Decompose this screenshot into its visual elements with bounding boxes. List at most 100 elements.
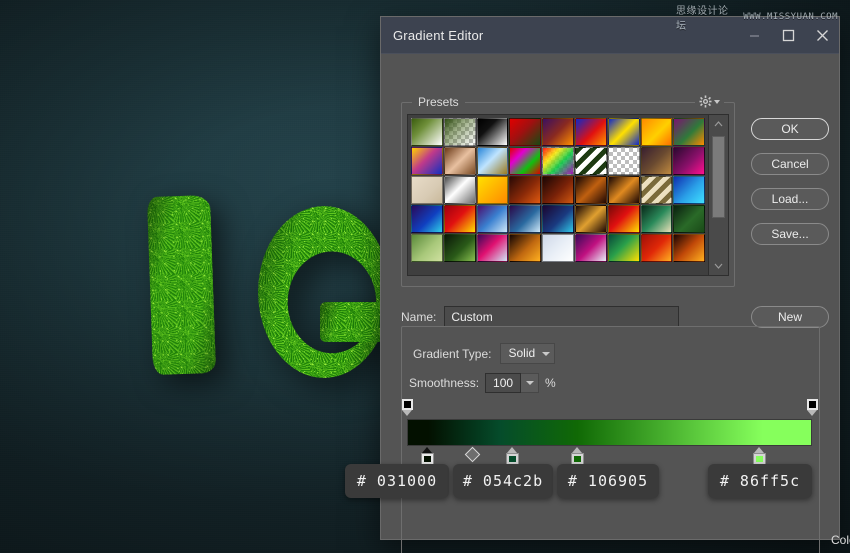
color-stop-chip (509, 456, 516, 462)
preset-swatch[interactable] (444, 205, 476, 233)
preset-swatch[interactable] (608, 234, 640, 262)
dialog-titlebar[interactable]: Gradient Editor (381, 17, 839, 54)
preset-swatch[interactable] (509, 234, 541, 262)
gradient-editor-dialog: Gradient Editor Presets (380, 16, 840, 540)
cancel-button[interactable]: Cancel (751, 153, 829, 175)
opacity-stop[interactable] (807, 399, 818, 417)
preset-swatch[interactable] (509, 205, 541, 233)
preset-swatch[interactable] (608, 205, 640, 233)
gear-icon (699, 95, 712, 108)
preset-swatch[interactable] (575, 118, 607, 146)
color-stop-chip (424, 456, 431, 462)
color-stop-hex-callout: # 054c2b (453, 464, 553, 498)
preset-swatch[interactable] (575, 205, 607, 233)
preset-swatch[interactable] (509, 176, 541, 204)
opacity-stop-square (402, 399, 413, 410)
preset-swatch[interactable] (608, 176, 640, 204)
load-button[interactable]: Load... (751, 188, 829, 210)
name-row: Name: Custom (401, 306, 679, 327)
gradient-type-row: Gradient Type: Solid (413, 343, 555, 364)
preset-swatch[interactable] (575, 234, 607, 262)
smoothness-label: Smoothness: (409, 376, 479, 390)
dialog-title: Gradient Editor (381, 28, 737, 43)
preset-swatch[interactable] (477, 118, 509, 146)
preset-swatch[interactable] (411, 176, 443, 204)
name-label: Name: (401, 310, 436, 324)
chevron-down-icon (542, 352, 550, 356)
preset-swatch[interactable] (477, 205, 509, 233)
gradient-type-label: Gradient Type: (413, 347, 492, 361)
preset-swatch[interactable] (444, 176, 476, 204)
color-stop-hex-callout: # 106905 (557, 464, 659, 498)
color-stop-hex-callout: # 86ff5c (708, 464, 812, 498)
color-stop[interactable] (420, 447, 435, 465)
preset-swatch[interactable] (641, 118, 673, 146)
minimize-icon[interactable] (737, 18, 771, 52)
preset-swatch[interactable] (641, 205, 673, 233)
preset-swatch[interactable] (542, 147, 574, 175)
ok-button[interactable]: OK (751, 118, 829, 140)
color-stop[interactable] (505, 447, 520, 465)
opacity-stop[interactable] (402, 399, 413, 417)
preset-swatch[interactable] (641, 234, 673, 262)
gradient-preview-strip[interactable] (407, 419, 812, 446)
smoothness-row: Smoothness: 100 % (409, 373, 556, 393)
presets-group-label: Presets (412, 95, 465, 109)
smoothness-input[interactable]: 100 (485, 373, 521, 393)
stop-color-label: Color: (831, 533, 850, 547)
preset-swatch[interactable] (411, 118, 443, 146)
scrollbar-thumb[interactable] (712, 136, 725, 218)
preset-swatch[interactable] (542, 205, 574, 233)
gradient-type-value: Solid (509, 344, 536, 363)
opacity-stop-square (807, 399, 818, 410)
preset-swatch[interactable] (641, 176, 673, 204)
preset-swatch[interactable] (444, 118, 476, 146)
preset-swatch[interactable] (673, 176, 705, 204)
opacity-stop-pointer (807, 410, 817, 416)
preset-swatch[interactable] (542, 176, 574, 204)
smoothness-stepper[interactable] (521, 373, 539, 393)
preset-swatch[interactable] (608, 118, 640, 146)
preset-swatch[interactable] (575, 176, 607, 204)
color-stop[interactable] (570, 447, 585, 465)
preset-swatch[interactable] (673, 147, 705, 175)
preset-swatch[interactable] (444, 234, 476, 262)
name-input[interactable]: Custom (444, 306, 679, 327)
preset-swatch[interactable] (444, 147, 476, 175)
preset-swatch[interactable] (509, 147, 541, 175)
preset-swatch[interactable] (673, 205, 705, 233)
preset-swatch-overlay (445, 119, 475, 145)
preset-swatch[interactable] (509, 118, 541, 146)
preset-swatch[interactable] (542, 234, 574, 262)
preset-swatch[interactable] (477, 176, 509, 204)
maximize-icon[interactable] (771, 18, 805, 52)
presets-menu-button[interactable] (695, 95, 724, 108)
presets-grid[interactable] (408, 115, 708, 275)
close-icon[interactable] (805, 18, 839, 52)
chevron-down-icon (526, 381, 534, 385)
gradient-type-select[interactable]: Solid (500, 343, 556, 364)
preset-swatch[interactable] (411, 205, 443, 233)
presets-scrollbar[interactable] (708, 115, 728, 275)
preset-swatch[interactable] (477, 147, 509, 175)
save-button[interactable]: Save... (751, 223, 829, 245)
opacity-stop-pointer (402, 410, 412, 416)
preset-swatch[interactable] (575, 147, 607, 175)
preset-swatch[interactable] (411, 147, 443, 175)
chevron-down-icon (714, 100, 720, 104)
color-stop-chip (756, 456, 763, 462)
preset-swatch-overlay (543, 148, 573, 174)
preset-swatch[interactable] (641, 147, 673, 175)
preset-swatch[interactable] (411, 234, 443, 262)
chevron-up-icon[interactable] (714, 117, 723, 131)
preset-swatch[interactable] (477, 234, 509, 262)
chevron-down-icon[interactable] (714, 259, 723, 273)
preset-swatch[interactable] (608, 147, 640, 175)
presets-well (407, 114, 729, 276)
preset-swatch[interactable] (542, 118, 574, 146)
color-stop[interactable] (752, 447, 767, 465)
new-button[interactable]: New (751, 306, 829, 328)
preset-swatch[interactable] (673, 234, 705, 262)
preset-swatch[interactable] (673, 118, 705, 146)
scrollbar-track[interactable] (712, 132, 725, 258)
